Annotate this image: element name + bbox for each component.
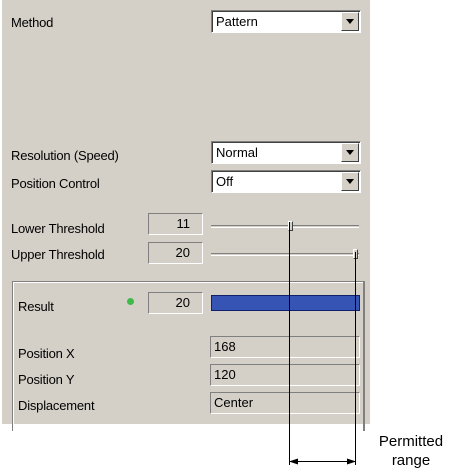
result-label: Result xyxy=(18,299,54,314)
method-value: Pattern xyxy=(216,14,258,29)
lower-threshold-input[interactable]: 11 xyxy=(148,213,203,235)
position-x-label: Position X xyxy=(18,346,75,361)
result-bar xyxy=(211,295,360,311)
status-indicator-icon xyxy=(127,298,134,305)
lower-threshold-label: Lower Threshold xyxy=(11,221,105,236)
chevron-down-icon[interactable] xyxy=(341,172,359,191)
method-label: Method xyxy=(11,15,54,30)
lower-threshold-slider[interactable] xyxy=(211,225,359,228)
upper-threshold-label: Upper Threshold xyxy=(11,247,105,262)
position-y-label: Position Y xyxy=(18,372,75,387)
range-line-lower xyxy=(289,222,290,465)
method-dropdown[interactable]: Pattern xyxy=(211,10,361,33)
position-control-dropdown[interactable]: Off xyxy=(211,170,361,193)
chevron-down-icon[interactable] xyxy=(341,12,359,31)
position-y-value: 120 xyxy=(210,364,360,386)
chevron-down-icon[interactable] xyxy=(341,143,359,162)
range-arrowheads xyxy=(289,458,356,465)
settings-panel: Method Pattern Resolution (Speed) Normal… xyxy=(2,0,370,431)
displacement-label: Displacement xyxy=(18,398,95,413)
displacement-value: Center xyxy=(210,392,360,414)
position-x-value: 168 xyxy=(210,336,360,358)
upper-threshold-input[interactable]: 20 xyxy=(148,242,203,264)
resolution-value: Normal xyxy=(216,145,258,160)
position-control-value: Off xyxy=(216,174,234,189)
resolution-label: Resolution (Speed) xyxy=(11,148,119,163)
result-value: 20 xyxy=(148,292,203,314)
annotation-line1: Permitted xyxy=(378,433,444,450)
annotation-line2: range xyxy=(391,452,431,469)
range-line-upper xyxy=(355,252,356,465)
position-control-label: Position Control xyxy=(11,176,100,191)
permitted-range-annotation: Permitted range xyxy=(368,432,454,470)
upper-threshold-slider[interactable] xyxy=(211,253,359,256)
resolution-dropdown[interactable]: Normal xyxy=(211,141,361,164)
